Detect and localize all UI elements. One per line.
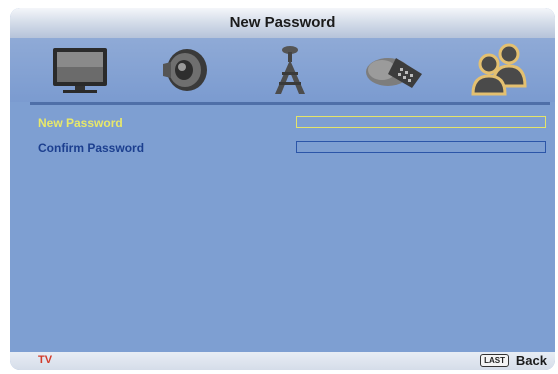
tab-sound[interactable] [150, 40, 220, 100]
tab-lock[interactable] [465, 40, 535, 100]
tab-options[interactable] [360, 40, 430, 100]
speaker-sound-icon [163, 49, 207, 91]
last-key-icon: LAST [480, 354, 509, 367]
header-divider [30, 102, 550, 105]
confirm-password-field[interactable] [296, 141, 546, 153]
new-password-label: New Password [38, 116, 123, 130]
page-title: New Password [229, 14, 336, 31]
users-lock-icon [471, 43, 527, 96]
tab-setup[interactable] [255, 40, 325, 100]
tv-picture-icon [53, 48, 107, 93]
antenna-setup-icon [275, 46, 305, 94]
new-password-field[interactable] [296, 116, 546, 128]
osd-screen: New Password New Password Confirm Passwo… [10, 8, 555, 370]
menu-tab-row [10, 38, 555, 102]
tab-picture[interactable] [45, 40, 115, 100]
back-button[interactable]: Back [516, 353, 547, 368]
title-bar: New Password [10, 8, 555, 38]
remote-control-options-icon [366, 58, 422, 88]
footer-bar: TV LAST Back [10, 352, 555, 370]
confirm-password-label: Confirm Password [38, 141, 145, 155]
source-label: TV [38, 354, 53, 366]
